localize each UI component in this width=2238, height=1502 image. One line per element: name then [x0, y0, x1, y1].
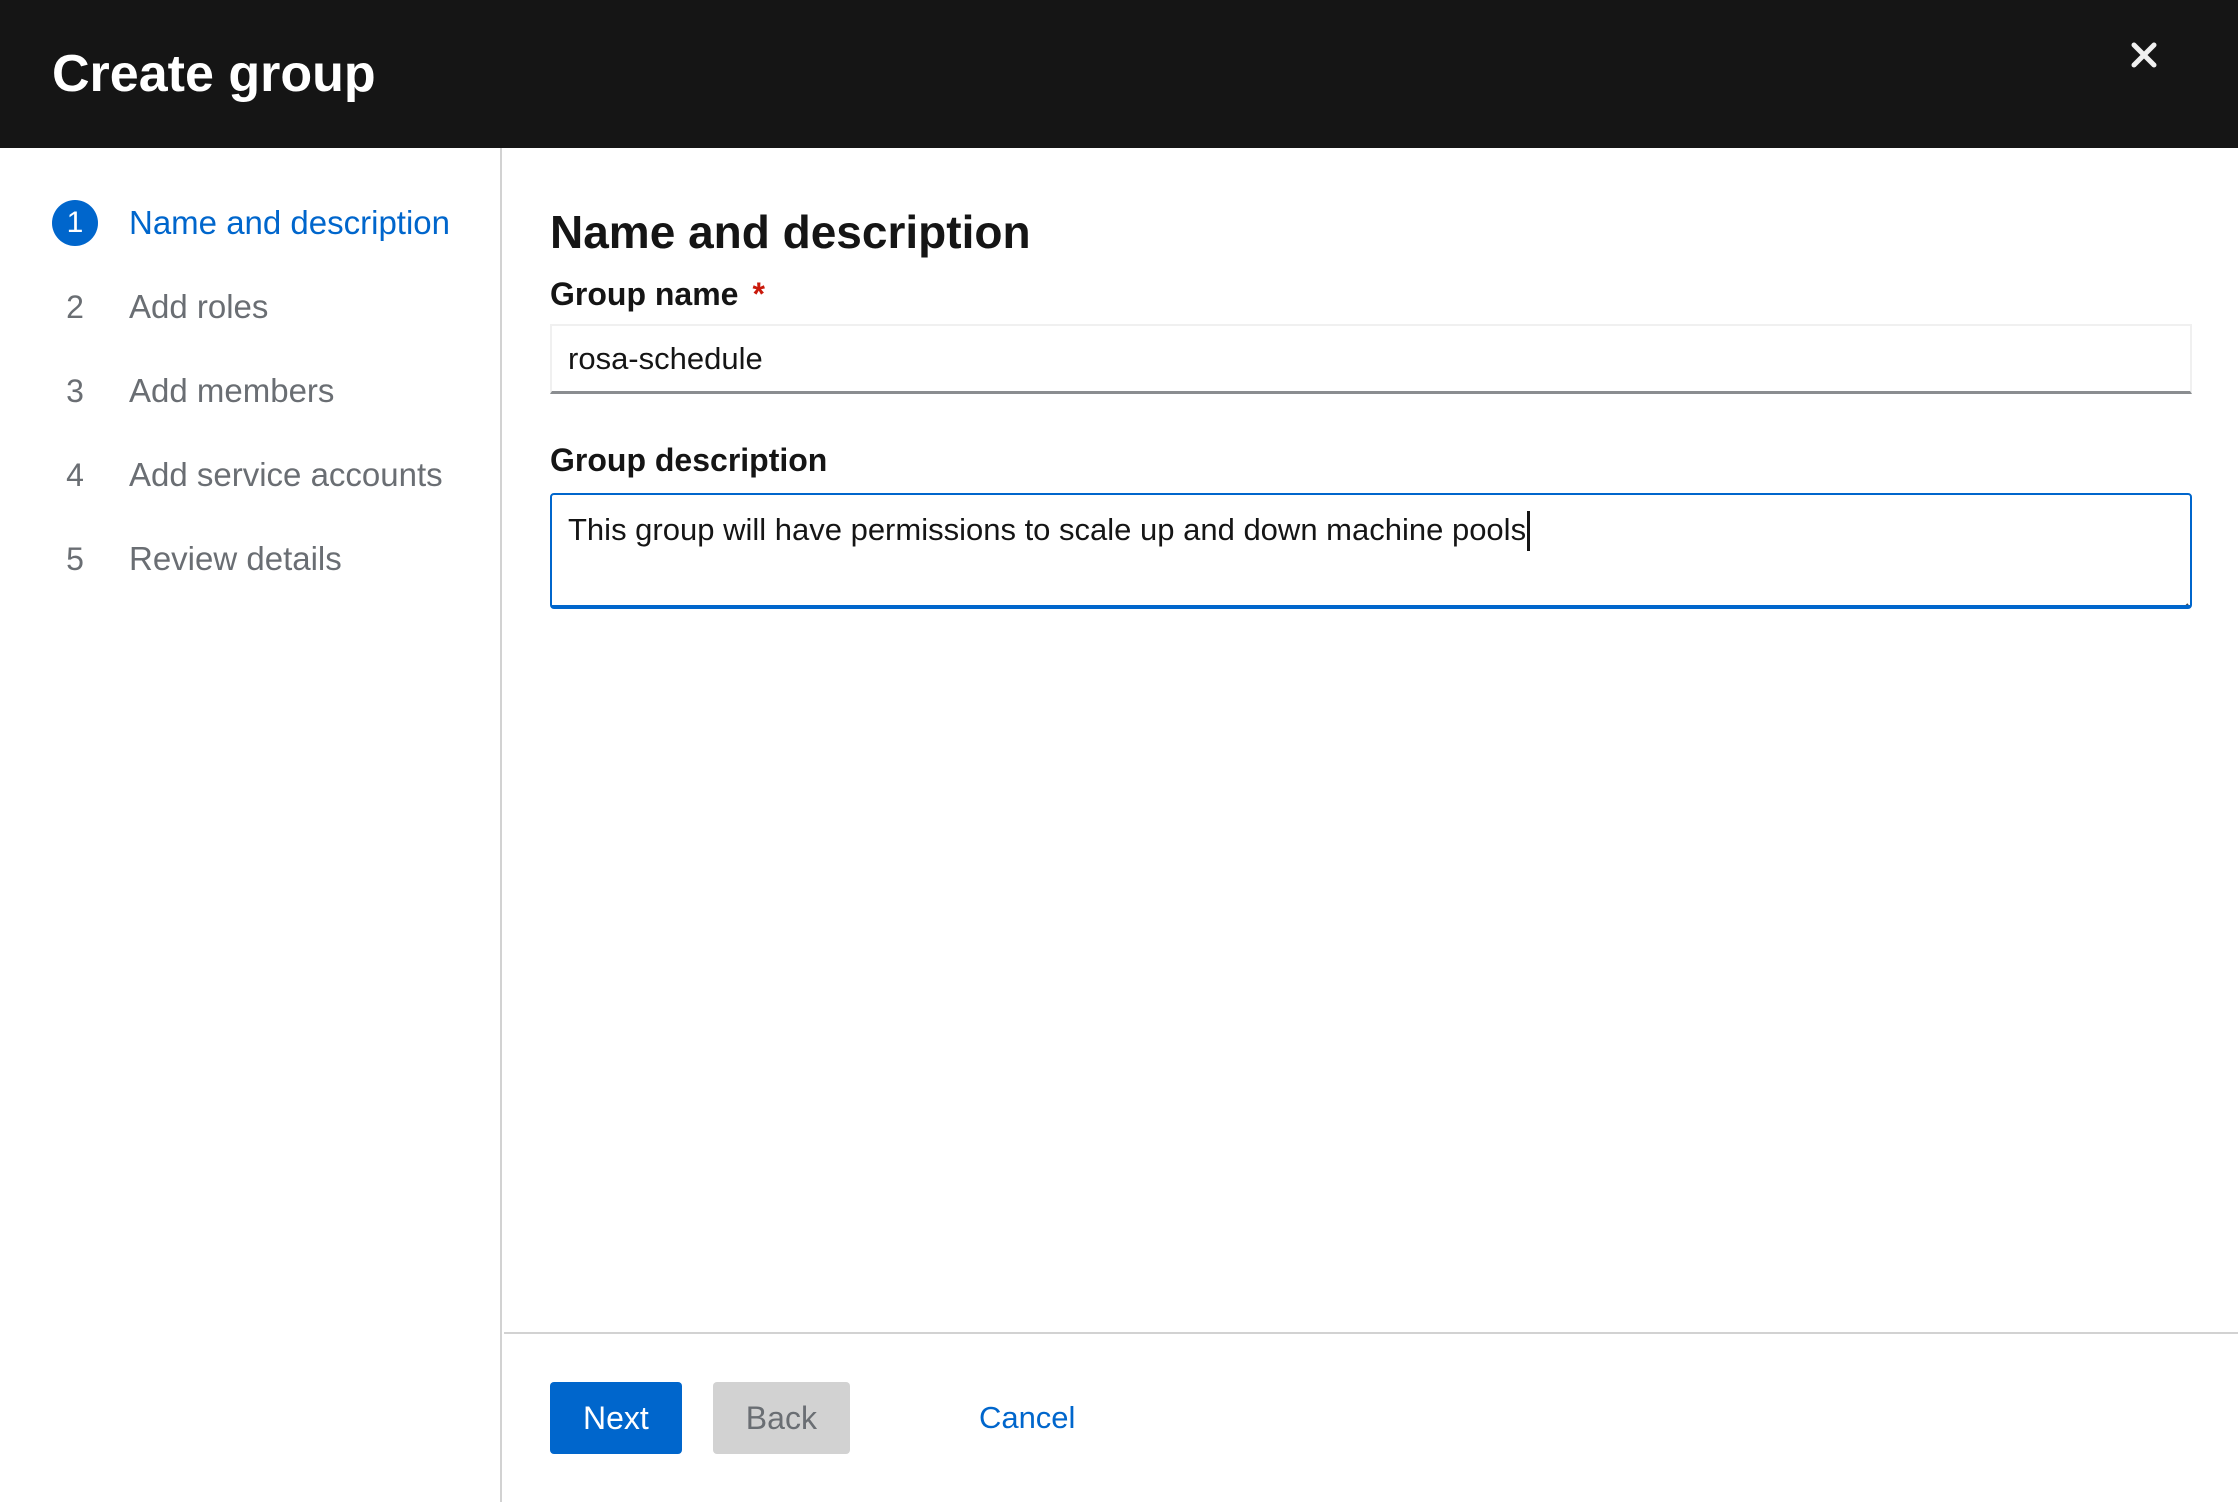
cancel-button[interactable]: Cancel	[979, 1400, 1076, 1436]
step-label: Add members	[129, 372, 334, 410]
step-number: 1	[52, 200, 98, 246]
create-group-wizard-modal: Create group 1 Name and description 2 Ad…	[0, 0, 2238, 1502]
wizard-step-review-details[interactable]: 5 Review details	[0, 517, 500, 601]
wizard-step-add-roles[interactable]: 2 Add roles	[0, 265, 500, 349]
step-number: 5	[52, 536, 98, 582]
section-heading: Name and description	[550, 206, 2192, 258]
step-number: 3	[52, 368, 98, 414]
modal-header: Create group	[0, 0, 2238, 148]
step-label: Name and description	[129, 204, 450, 242]
wizard-step-add-members[interactable]: 3 Add members	[0, 349, 500, 433]
wizard-step-add-service-accounts[interactable]: 4 Add service accounts	[0, 433, 500, 517]
next-button[interactable]: Next	[550, 1382, 682, 1454]
page-title: Create group	[52, 44, 376, 104]
text-caret	[1527, 511, 1530, 551]
wizard-step-name-and-description[interactable]: 1 Name and description	[0, 181, 500, 265]
group-description-text: This group will have permissions to scal…	[568, 512, 1526, 547]
wizard-footer: Next Back Cancel	[504, 1332, 2238, 1502]
group-name-label: Group name *	[550, 274, 2192, 314]
step-label: Add service accounts	[129, 456, 443, 494]
step-label: Review details	[129, 540, 342, 578]
resize-handle-icon[interactable]	[2171, 586, 2189, 604]
step-number: 2	[52, 284, 98, 330]
group-description-label: Group description	[550, 440, 2192, 480]
group-description-textarea[interactable]: This group will have permissions to scal…	[550, 493, 2192, 609]
back-button: Back	[713, 1382, 850, 1454]
wizard-step-content: Name and description Group name * Group …	[504, 148, 2238, 1332]
wizard-nav: 1 Name and description 2 Add roles 3 Add…	[0, 148, 502, 1502]
close-button[interactable]	[2114, 26, 2174, 86]
required-asterisk: *	[752, 274, 764, 314]
step-label: Add roles	[129, 288, 268, 326]
close-icon	[2129, 40, 2159, 73]
group-name-input[interactable]	[550, 324, 2192, 394]
step-number: 4	[52, 452, 98, 498]
